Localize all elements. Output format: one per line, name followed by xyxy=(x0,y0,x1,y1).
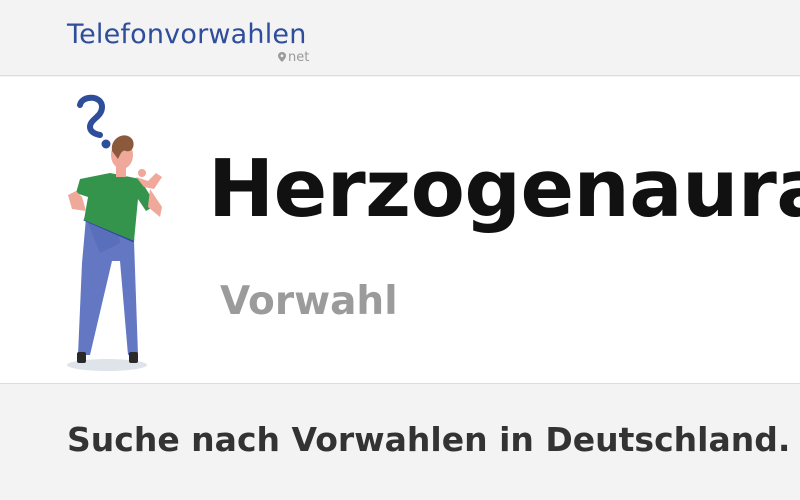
site-logo-link[interactable]: Telefonvorwahlen net xyxy=(67,18,309,65)
page-subtitle: Vorwahl xyxy=(220,279,398,324)
logo-text: Telefonvorwahlen xyxy=(67,19,307,50)
logo-tld: net xyxy=(278,51,309,65)
map-pin-icon xyxy=(278,52,286,62)
question-mark-icon xyxy=(77,94,111,149)
site-header: Telefonvorwahlen net xyxy=(0,0,800,76)
logo-tld-text: net xyxy=(288,50,310,65)
page-title: Herzogenaurach xyxy=(208,143,800,235)
search-heading: Suche nach Vorwahlen in Deutschland. xyxy=(67,420,791,459)
thinking-person-illustration xyxy=(67,94,162,371)
hero-section: Herzogenaurach Vorwahl xyxy=(0,77,800,384)
